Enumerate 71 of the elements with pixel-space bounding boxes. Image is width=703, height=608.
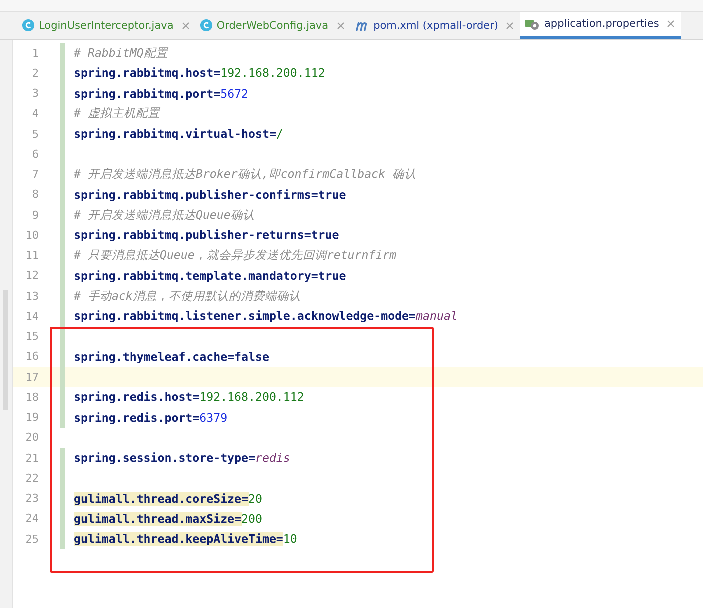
code-comment: # RabbitMQ配置 (74, 46, 168, 61)
property-key: spring.session.store-type= (74, 451, 256, 466)
line-number: 16 (24, 350, 39, 364)
line-number: 10 (24, 228, 39, 242)
property-value: 6379 (200, 410, 228, 425)
line-number: 1 (31, 46, 39, 60)
line-number: 20 (24, 431, 39, 444)
line-number: 12 (24, 269, 39, 282)
property-value: true (318, 268, 346, 283)
line-number: 18 (24, 390, 39, 404)
class-icon (200, 19, 213, 32)
property-key: gulimall.thread.coreSize= (74, 492, 249, 506)
line-number: 9 (31, 208, 39, 222)
code-comment: # 只要消息抵达Queue，就会异步发送优先回调returnfirm (74, 248, 397, 264)
settings-file-icon (524, 17, 540, 31)
line-number: 24 (24, 512, 39, 526)
close-icon[interactable] (506, 22, 514, 30)
line-number: 25 (24, 532, 39, 546)
property-key: spring.rabbitmq.listener.simple.acknowledge-mode= (74, 309, 416, 324)
line-number: 7 (31, 168, 39, 182)
property-value: manual (416, 309, 458, 324)
property-key: spring.rabbitmq.virtual-host= (74, 127, 276, 142)
class-icon (22, 19, 35, 32)
property-value: 192.168.200.112 (220, 66, 326, 80)
line-number: 17 (24, 370, 39, 384)
line-number: 2 (31, 66, 39, 80)
property-key: spring.thymeleaf.cache= (74, 350, 235, 364)
line-number: 13 (24, 290, 39, 303)
property-key: spring.rabbitmq.template.mandatory= (74, 268, 318, 283)
property-key: spring.rabbitmq.publisher-confirms= (74, 188, 318, 202)
line-number: 5 (31, 128, 39, 141)
property-value: 200 (242, 512, 262, 526)
property-key: spring.rabbitmq.publisher-returns= (74, 228, 312, 242)
line-number: 21 (24, 452, 39, 465)
line-number: 23 (24, 492, 39, 506)
property-value: 10 (283, 532, 298, 546)
line-number: 8 (31, 188, 39, 202)
property-value: redis (255, 451, 290, 466)
property-key: spring.redis.port= (74, 410, 200, 425)
editor-tab[interactable]: application.properties (520, 12, 682, 39)
line-number: 11 (24, 249, 39, 262)
property-value: true (311, 228, 340, 242)
close-icon[interactable] (182, 22, 190, 30)
property-key: gulimall.thread.maxSize= (74, 512, 242, 526)
property-value: 20 (248, 492, 262, 506)
property-key: spring.rabbitmq.port= (74, 86, 221, 101)
line-number: 4 (31, 107, 39, 120)
editor-tab[interactable]: LoginUserInterceptor.java (18, 12, 196, 39)
code-comment: # 开启发送端消息抵达Queue确认 (74, 208, 255, 223)
property-key: spring.redis.host= (74, 390, 200, 404)
code-comment: # 手动ack消息，不使用默认的消费端确认 (74, 288, 301, 304)
editor-tab[interactable]: pom.xml (xpmall-order) (350, 12, 520, 39)
line-number: 19 (24, 411, 39, 424)
line-number: 6 (31, 148, 39, 161)
editor-tab[interactable]: OrderWebConfig.java (196, 12, 351, 39)
property-key: gulimall.thread.keepAliveTime= (74, 532, 284, 546)
property-value: 192.168.200.112 (200, 390, 304, 404)
close-icon[interactable] (336, 22, 345, 30)
property-value: / (276, 127, 284, 142)
close-icon[interactable] (667, 20, 676, 28)
line-number: 3 (31, 87, 39, 100)
property-key: spring.rabbitmq.host= (74, 66, 221, 80)
property-value: true (318, 188, 346, 202)
code-comment: # 开启发送端消息抵达Broker确认,即confirmCallback 确认 (74, 167, 417, 182)
property-value: 5672 (220, 86, 249, 101)
line-number: 14 (24, 310, 39, 323)
line-number: 15 (24, 330, 39, 344)
line-number: 22 (24, 472, 39, 485)
maven-icon (354, 20, 370, 32)
property-value: false (234, 350, 270, 364)
code-comment: # 虚拟主机配置 (74, 106, 160, 122)
